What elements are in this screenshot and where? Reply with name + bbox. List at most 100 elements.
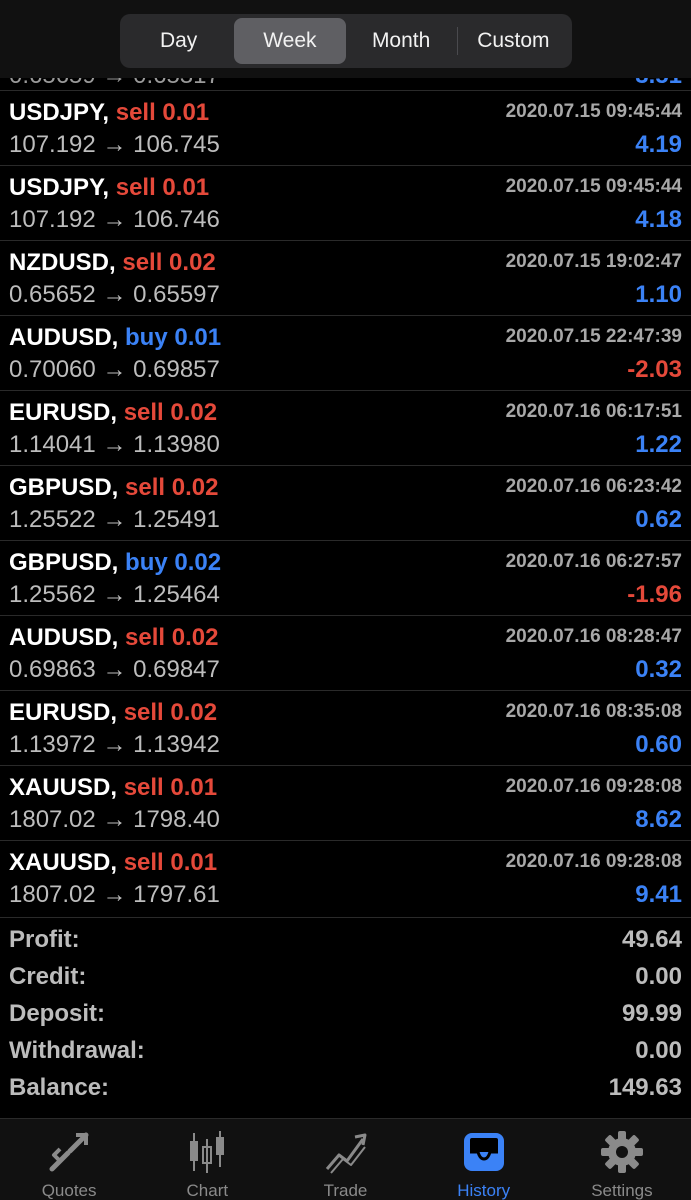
trade-type: sell [115,99,156,126]
trade-profit: -1.96 [627,581,682,608]
segment-week[interactable]: Week [234,18,346,64]
summary-value: 49.64 [621,926,682,953]
trade-row[interactable]: USDJPY, sell 0.01 2020.07.15 09:45:44 107.… [0,90,691,165]
trade-title: USDJPY, sell 0.01 [9,99,209,127]
gear-icon [600,1131,643,1173]
trade-symbol: USDJPY, [9,174,110,201]
trade-type: sell [125,474,166,501]
summary-value: 0.00 [635,1037,682,1064]
open-price: 1.13972 [9,731,96,758]
trade-row[interactable]: XAUUSD, sell 0.01 2020.07.16 09:28:08 1807… [0,840,691,915]
trade-symbol: GBPUSD, [9,474,119,501]
trade-prices: 0.69863 → 0.69847 [9,656,220,684]
trade-symbol: XAUUSD, [9,849,118,876]
summary-value: 149.63 [608,1074,682,1101]
open-price: 0.70060 [9,356,96,383]
trade-row[interactable]: GBPUSD, buy 0.02 2020.07.16 06:27:57 1.255… [0,540,691,615]
open-price: 1807.02 [9,881,96,908]
trade-volume: 0.02 [171,474,219,501]
trade-profit: 9.41 [635,881,682,908]
close-price: 0.65597 [133,281,220,308]
trade-prices: 0.65652 → 0.65597 [9,281,220,309]
trade-volume: 0.02 [170,399,218,426]
trade-prices: 1.14041 → 1.13980 [9,431,220,459]
trade-volume: 0.01 [174,324,222,351]
arrow-right-icon: → [102,806,127,833]
summary-value: 99.99 [621,1000,682,1027]
trade-prices: 1.25562 → 1.25464 [9,581,220,609]
tab-history[interactable]: History [415,1119,553,1200]
arrow-right-icon: → [102,206,127,233]
trade-prices: 1.13972 → 1.13942 [9,731,220,759]
trade-title: AUDUSD, buy 0.01 [9,324,221,352]
trade-type: buy [125,324,168,351]
tab-label: Chart [186,1181,229,1200]
summary-label: Deposit: [9,1000,105,1027]
trade-row[interactable]: GBPUSD, sell 0.02 2020.07.16 06:23:42 1.25… [0,465,691,540]
arrow-right-icon: → [102,656,127,683]
arrow-right-icon: → [102,356,127,383]
arrow-right-icon: → [102,581,127,608]
close-price: 1798.40 [133,806,220,833]
tab-label: Settings [591,1181,653,1200]
trade-symbol: XAUUSD, [9,774,118,801]
summary-label: Profit: [9,926,80,953]
trade-type: sell [123,849,164,876]
close-price: 1.13942 [133,731,220,758]
summary-row: Profit: 49.64 [0,918,691,955]
trade-prices: 107.192 → 106.745 [9,131,220,159]
trade-profit: 0.60 [635,731,682,758]
trade-prices: 1.25522 → 1.25491 [9,506,220,534]
trade-symbol: EURUSD, [9,699,118,726]
close-price: 1.25464 [133,581,220,608]
trade-time: 2020.07.16 06:17:51 [505,401,682,422]
tab-chart[interactable]: Chart [138,1119,276,1200]
trade-symbol: GBPUSD, [9,549,119,576]
trade-type: sell [115,174,156,201]
tab-label: Quotes [41,1181,97,1200]
segment-month[interactable]: Month [346,18,457,64]
arrow-right-icon: → [102,506,127,533]
period-segmented-control: Day Week Month Custom [120,14,572,68]
summary-label: Credit: [9,963,87,990]
trade-prices: 107.192 → 106.746 [9,206,220,234]
trade-type: sell [122,249,163,276]
tab-quotes[interactable]: Quotes [0,1119,138,1200]
account-summary: Profit: 49.64 Credit: 0.00 Deposit: 99.99 With… [0,917,691,1103]
trade-row[interactable]: XAUUSD, sell 0.01 2020.07.16 09:28:08 1807… [0,765,691,840]
open-price: 1.25562 [9,581,96,608]
trade-row[interactable]: EURUSD, sell 0.02 2020.07.16 06:17:51 1.14… [0,390,691,465]
trade-type: buy [125,549,168,576]
trade-profit: 8.62 [635,806,682,833]
tab-trade[interactable]: Trade [276,1119,414,1200]
trade-profit: 1.10 [635,281,682,308]
open-price: 1.25522 [9,506,96,533]
quotes-icon [49,1132,89,1172]
trade-row[interactable]: EURUSD, sell 0.02 2020.07.16 08:35:08 1.13… [0,690,691,765]
arrow-right-icon: → [102,731,127,758]
segment-day[interactable]: Day [123,18,234,64]
trade-time: 2020.07.15 09:45:44 [505,176,682,197]
open-price: 107.192 [9,131,96,158]
trade-volume: 0.02 [174,549,222,576]
trade-row[interactable]: AUDUSD, buy 0.01 2020.07.15 22:47:39 0.700… [0,315,691,390]
trade-title: EURUSD, sell 0.02 [9,699,217,727]
segment-custom[interactable]: Custom [458,18,569,64]
trade-title: XAUUSD, sell 0.01 [9,774,217,802]
trade-history-list: USDJPY, sell 0.01 2020.07.15 09:45:44 107.… [0,90,691,915]
trade-volume: 0.02 [170,699,218,726]
trade-row[interactable]: NZDUSD, sell 0.02 2020.07.15 19:02:47 0.65… [0,240,691,315]
trade-row[interactable]: USDJPY, sell 0.01 2020.07.15 09:45:44 107.… [0,165,691,240]
summary-row: Credit: 0.00 [0,955,691,992]
summary-value: 0.00 [635,963,682,990]
open-price: 0.65652 [9,281,96,308]
trade-profit: -2.03 [627,356,682,383]
trade-title: GBPUSD, buy 0.02 [9,549,221,577]
summary-label: Balance: [9,1074,110,1101]
trade-profit: 4.18 [635,206,682,233]
trade-symbol: AUDUSD, [9,624,119,651]
trade-title: EURUSD, sell 0.02 [9,399,217,427]
trade-row[interactable]: AUDUSD, sell 0.02 2020.07.16 08:28:47 0.69… [0,615,691,690]
tab-settings[interactable]: Settings [553,1119,691,1200]
arrow-right-icon: → [102,881,127,908]
